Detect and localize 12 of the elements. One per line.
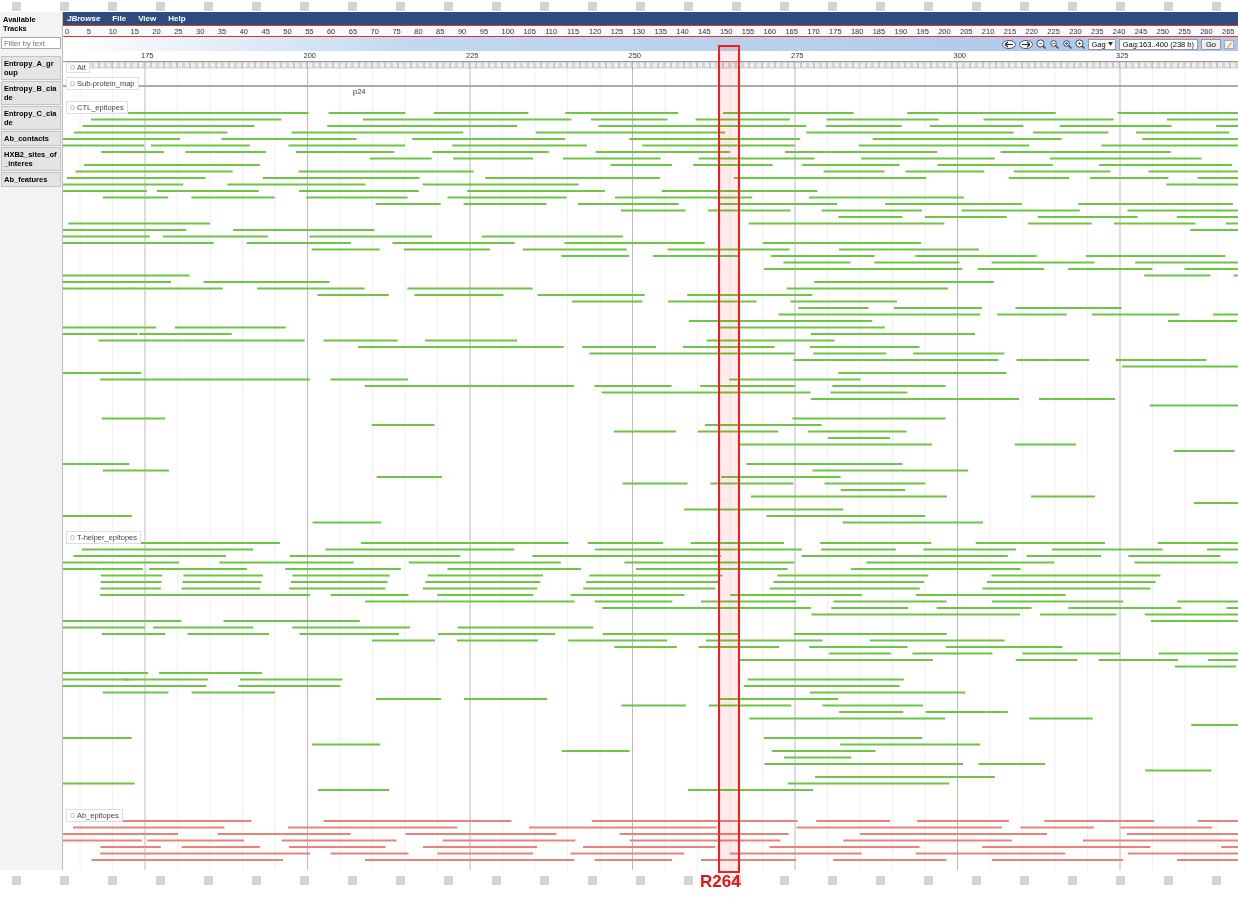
zoom-out-icon[interactable] [1049, 39, 1060, 49]
menu-item[interactable]: File [112, 14, 127, 23]
caret-icon [1107, 42, 1113, 46]
menu-item[interactable]: Help [168, 14, 186, 23]
zoom-in-icon[interactable] [1075, 39, 1086, 49]
app-logo: JBrowse [67, 14, 101, 23]
menu-item[interactable]: View [138, 14, 157, 23]
zoom-out-icon[interactable] [1036, 39, 1047, 49]
zoom-in-icon[interactable] [1062, 39, 1073, 49]
highlight-label: R264 [700, 872, 741, 892]
pan-right-icon[interactable] [1019, 39, 1034, 49]
pan-left-icon[interactable] [1002, 39, 1017, 49]
